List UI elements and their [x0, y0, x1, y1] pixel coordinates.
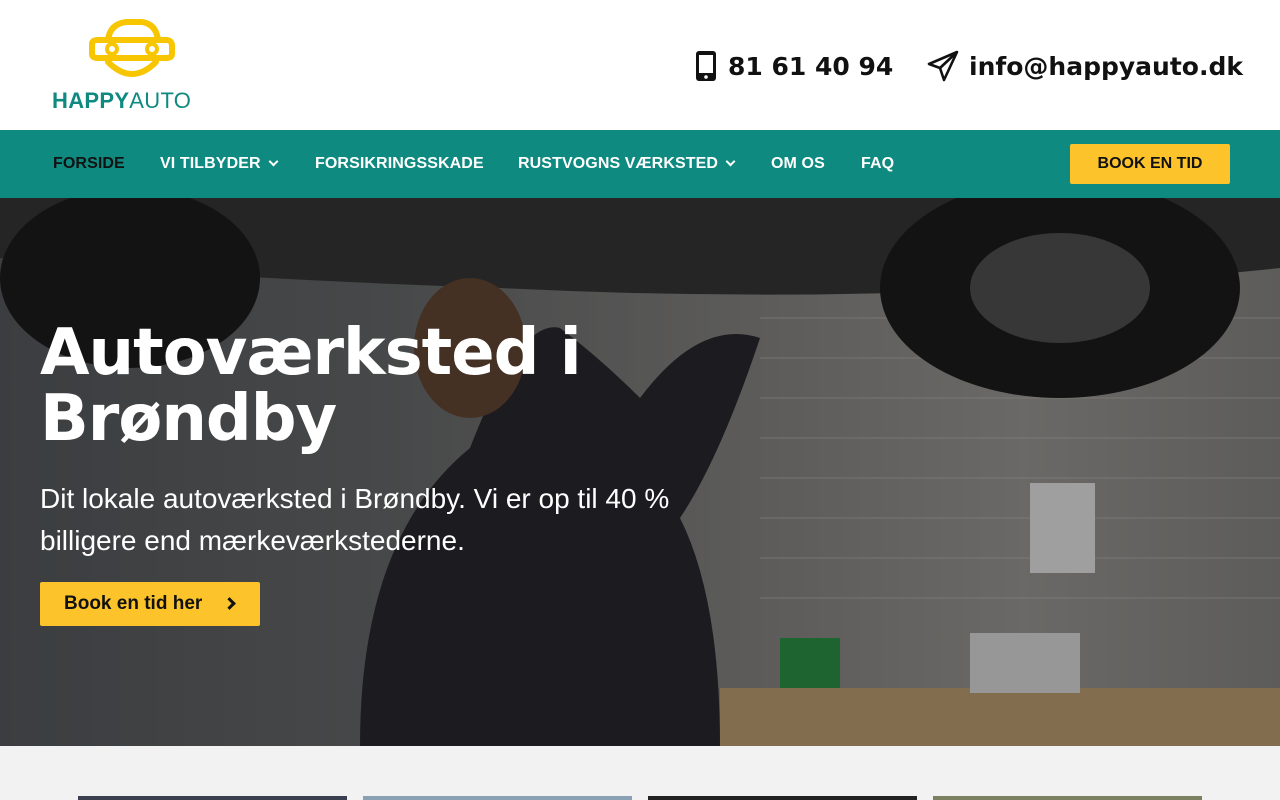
nav-item-faq[interactable]: FAQ: [861, 130, 894, 198]
nav-item-om-os[interactable]: OM OS: [771, 130, 825, 198]
phone-contact[interactable]: 81 61 40 94: [694, 46, 893, 86]
nav-item-forsikringsskade[interactable]: FORSIKRINGSSKADE: [315, 130, 484, 198]
chevron-down-icon: [725, 156, 736, 167]
hero-title: Autoværksted i Brøndby: [40, 316, 582, 456]
chevron-down-icon: [268, 156, 279, 167]
services-section: [0, 746, 1280, 800]
nav-item-rustvogns-vaerksted[interactable]: RUSTVOGNS VÆRKSTED: [518, 130, 736, 198]
service-card[interactable]: [363, 796, 632, 800]
email-address[interactable]: info@happyauto.dk: [969, 52, 1243, 81]
service-card[interactable]: [78, 796, 347, 800]
email-contact[interactable]: info@happyauto.dk: [927, 46, 1243, 86]
logo-wordmark: HAPPYAUTO: [52, 88, 192, 113]
smartphone-icon: [696, 51, 716, 81]
hero-subtitle: Dit lokale autoværksted i Brøndby. Vi er…: [40, 483, 670, 556]
book-appointment-button[interactable]: BOOK EN TID: [1070, 144, 1230, 184]
phone-number[interactable]: 81 61 40 94: [728, 52, 893, 81]
nav-item-vi-tilbyder[interactable]: VI TILBYDER: [160, 130, 279, 198]
car-face-logo-icon: [89, 19, 175, 77]
chevron-right-icon: [223, 597, 236, 610]
service-card[interactable]: [648, 796, 917, 800]
hero-overlay: [0, 198, 1280, 746]
site-header: HAPPYAUTO 81 61 40 94 info@happyauto.dk: [0, 0, 1280, 130]
happyauto-logo[interactable]: HAPPYAUTO: [50, 18, 216, 113]
hero-banner: Autoværksted i Brøndby Dit lokale autovæ…: [0, 198, 1280, 746]
service-card[interactable]: [933, 796, 1202, 800]
nav-item-forside[interactable]: FORSIDE: [53, 130, 125, 198]
paper-plane-icon: [927, 50, 959, 82]
book-appointment-cta[interactable]: Book en tid her: [40, 582, 260, 626]
